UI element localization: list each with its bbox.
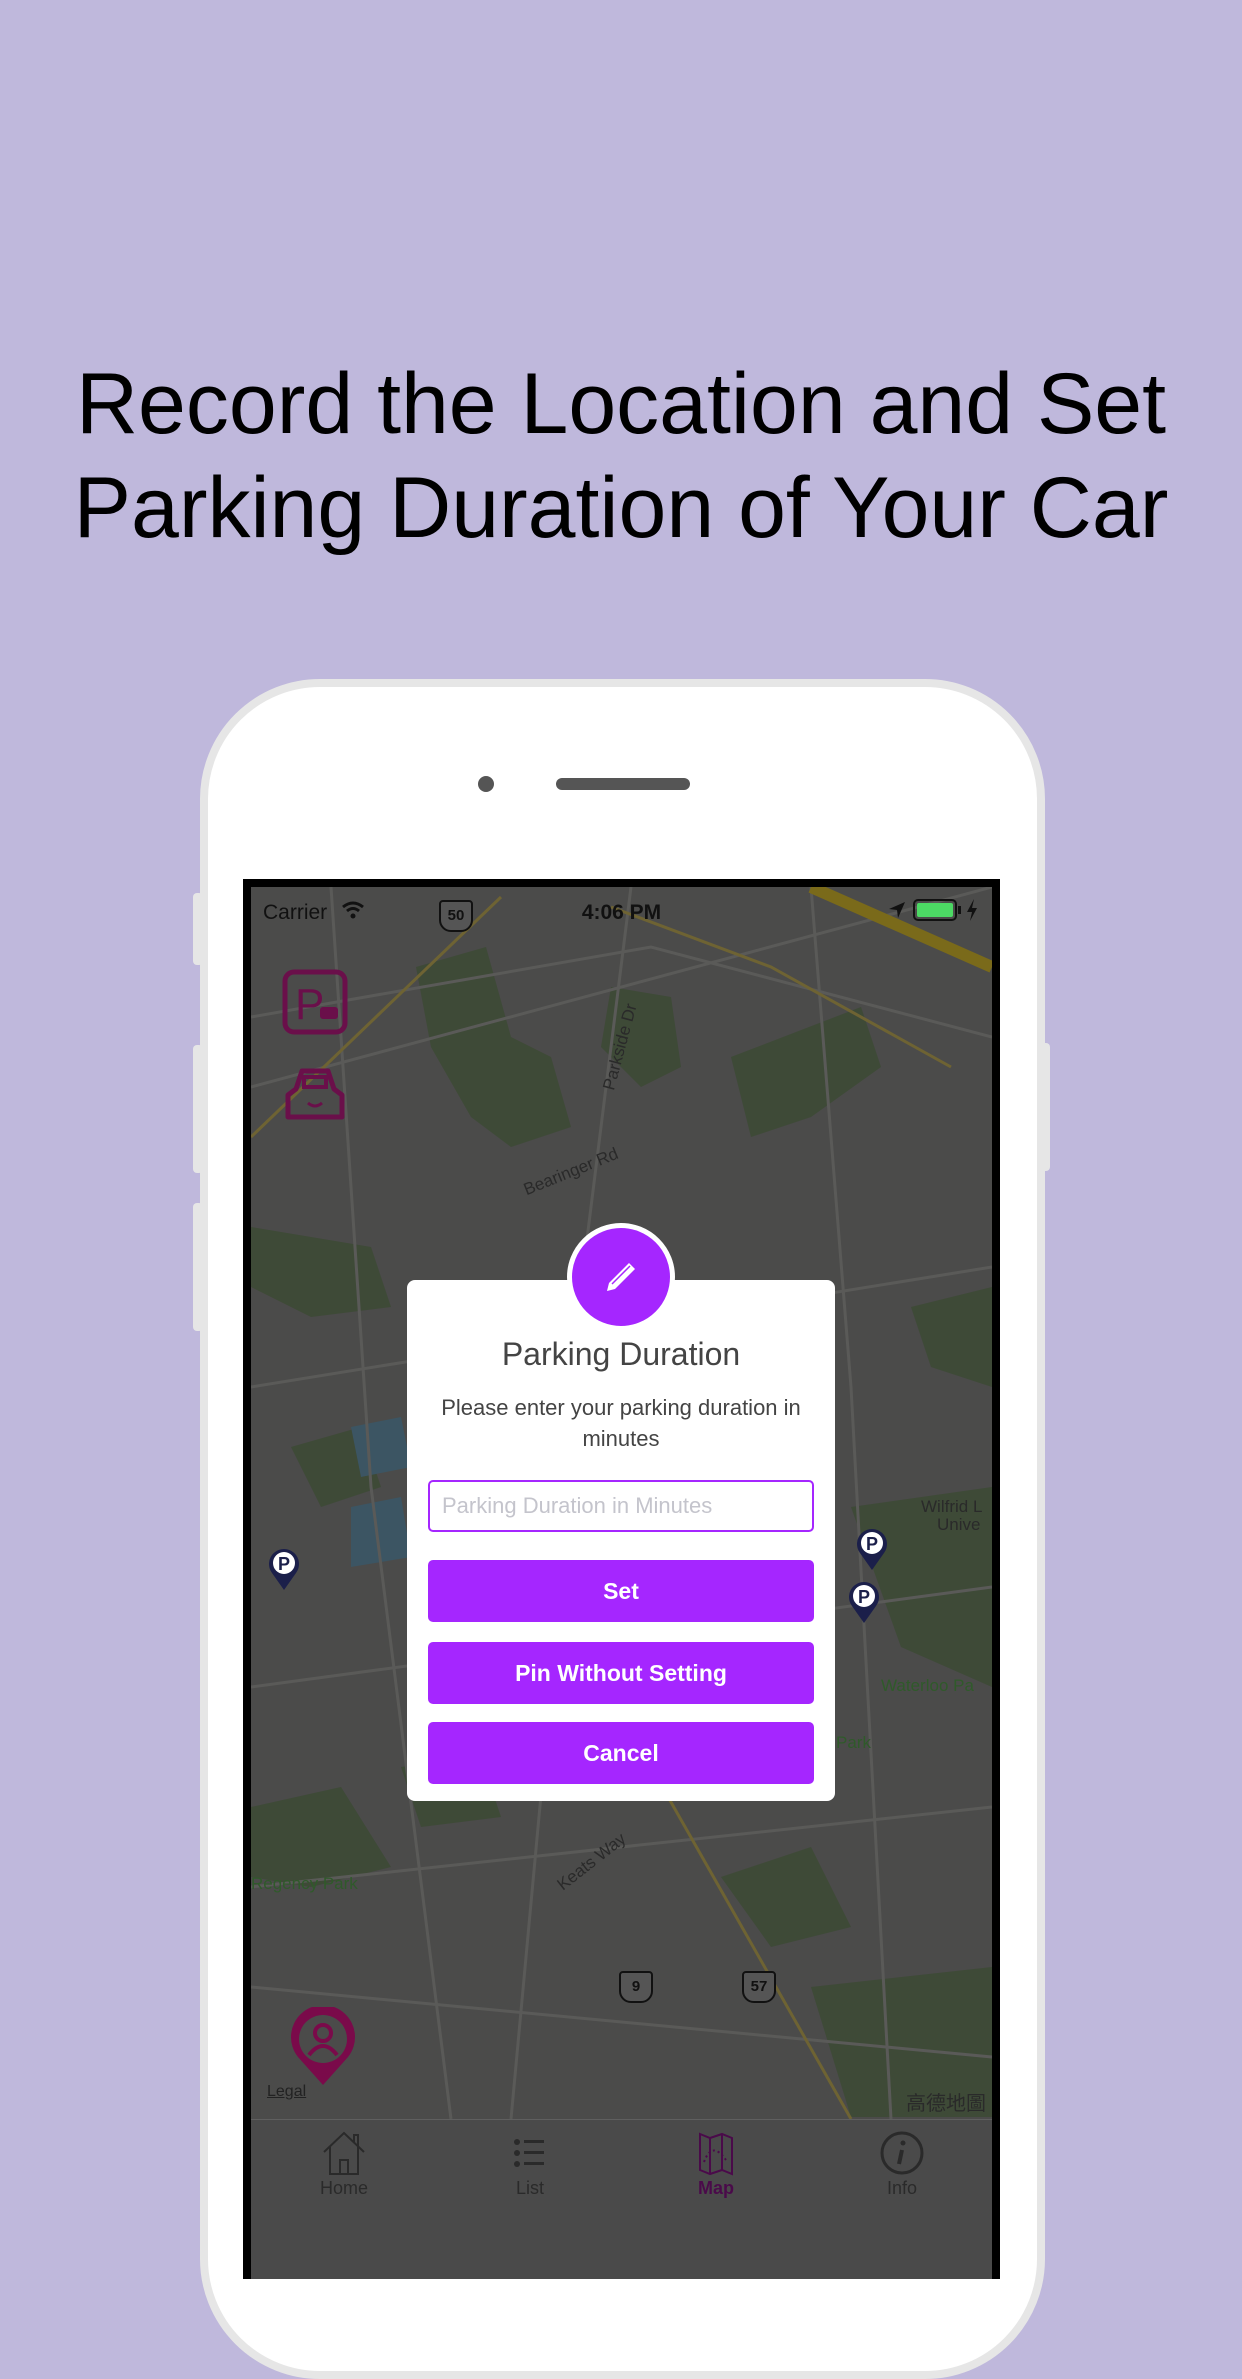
headline-line-1: Record the Location and Set (75, 356, 1167, 452)
list-icon (514, 2139, 544, 2167)
tab-map[interactable]: Map (623, 2120, 809, 2279)
tab-home[interactable]: Home (251, 2120, 437, 2279)
highway-shield-57: 57 (742, 1971, 776, 2003)
dialog-title: Parking Duration (501, 1336, 741, 1372)
map-label-regency-park: Regency Park (251, 1874, 358, 1893)
map-icon (699, 2132, 733, 2176)
info-icon (880, 2131, 924, 2175)
tab-label: Map (698, 2178, 734, 2198)
dialog-subtitle: Please enter your parking duration in mi… (441, 1395, 801, 1451)
pin-without-setting-button[interactable]: Pin Without Setting (428, 1642, 814, 1704)
status-bar: Carrier 4:06 PM (251, 887, 992, 927)
legal-link[interactable]: Legal (267, 2083, 306, 2101)
parking-pin[interactable]: P (855, 1527, 889, 1571)
map-provider-logo: 高德地圖 (906, 2093, 986, 2115)
my-car-button[interactable] (282, 1065, 348, 1123)
parking-duration-input[interactable] (428, 1480, 814, 1532)
headline-line-2: Parking Duration of Your Car (73, 460, 1169, 556)
set-button[interactable]: Set (428, 1560, 814, 1622)
parking-car-button[interactable]: P (282, 969, 348, 1035)
dialog-badge (567, 1223, 675, 1331)
svg-text:P: P (858, 1587, 870, 1607)
cancel-button[interactable]: Cancel (428, 1722, 814, 1784)
tab-list[interactable]: List (437, 2120, 623, 2279)
phone-speaker (556, 778, 690, 790)
tab-info[interactable]: Info (809, 2120, 992, 2279)
svg-text:P: P (295, 980, 324, 1029)
tab-label: Home (319, 2178, 368, 2198)
home-icon (323, 2131, 365, 2175)
parking-pin[interactable]: P (847, 1580, 881, 1624)
status-time: 4:06 PM (581, 901, 662, 924)
tab-bar: Home List Map Info (251, 2119, 992, 2279)
parking-pin[interactable]: P (267, 1547, 301, 1591)
headline: Record the Location and Set Parking Dura… (0, 352, 1242, 560)
charging-icon (967, 899, 977, 921)
map-label-wilfrid-1: Wilfrid L (921, 1497, 983, 1516)
pencil-icon (607, 1263, 635, 1291)
svg-text:P: P (278, 1554, 290, 1574)
map-label-wilfrid-2: Unive (937, 1515, 981, 1534)
highway-shield-50: 50 (439, 900, 473, 932)
location-arrow-icon (889, 902, 905, 918)
tab-label: List (515, 2178, 544, 2198)
map-label-park: Park (836, 1733, 871, 1752)
highway-shield-9: 9 (619, 1971, 653, 2003)
tab-label: Info (886, 2178, 918, 2198)
map-label-waterloo-park: Waterloo Pa (881, 1676, 974, 1695)
battery-icon (913, 899, 961, 921)
parking-duration-dialog: Parking Duration Please enter your parki… (407, 1280, 835, 1801)
user-location-button[interactable] (288, 2007, 358, 2087)
phone-camera (478, 776, 494, 792)
svg-text:P: P (866, 1534, 878, 1554)
